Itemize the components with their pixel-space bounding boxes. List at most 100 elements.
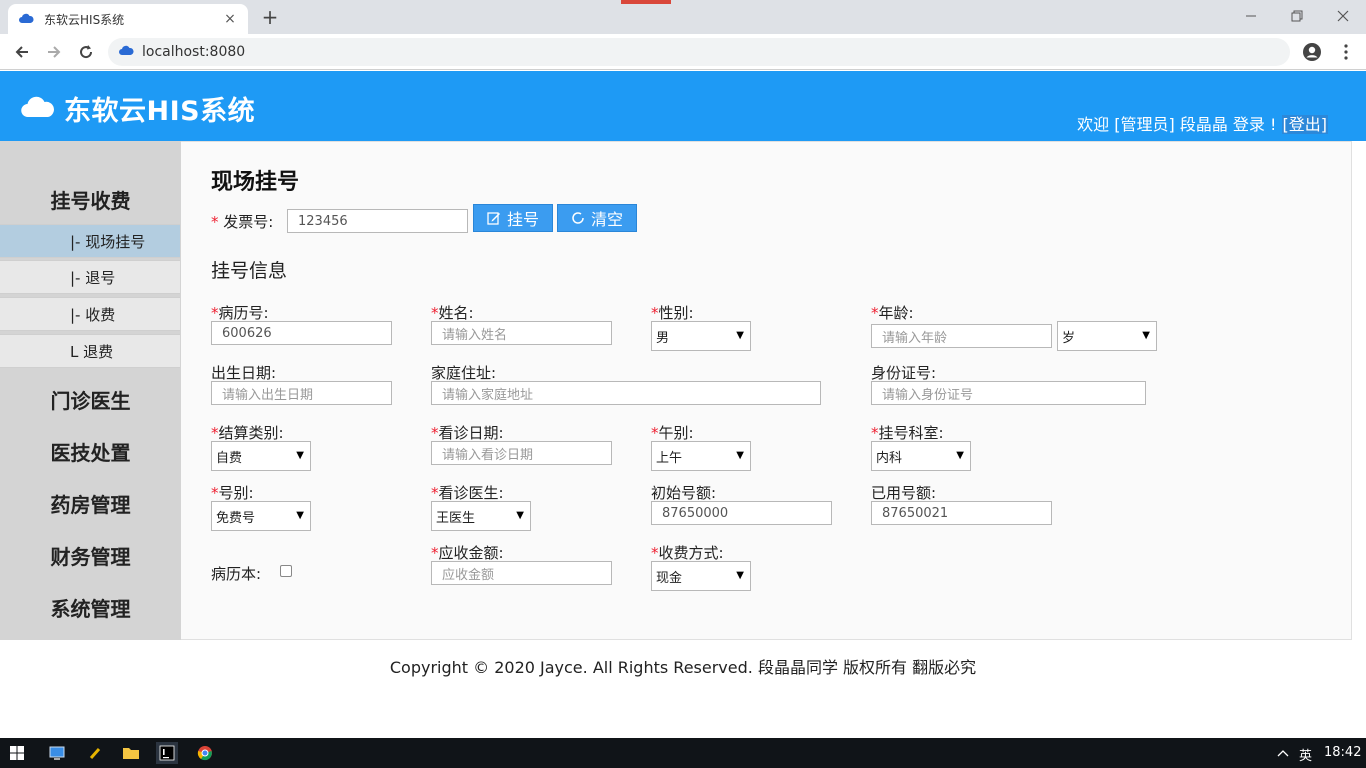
submenu-charge[interactable]: |- 收费	[0, 297, 180, 331]
record-no-label: *病历号:	[211, 304, 269, 322]
windows-taskbar: 英 18:42	[0, 738, 1366, 768]
register-button-label: 挂号	[506, 210, 539, 229]
browser-tab-strip: 东软云HIS系统 × +	[0, 0, 1366, 34]
dropdown-caret-icon: ▼	[736, 570, 744, 581]
browser-tab[interactable]: 东软云HIS系统 ×	[8, 4, 248, 34]
birthday-input[interactable]: 请输入出生日期	[211, 381, 392, 405]
age-label: *年龄:	[871, 304, 914, 322]
menu-system[interactable]: 系统管理	[0, 593, 181, 622]
menu-finance[interactable]: 财务管理	[0, 541, 181, 570]
address-bar: localhost:8080	[0, 34, 1366, 70]
window-indicator	[621, 0, 671, 4]
cloud-favicon-icon	[18, 11, 34, 27]
taskbar-app-monitor-icon[interactable]	[46, 742, 68, 764]
section-title: 挂号信息	[211, 260, 288, 282]
name-label: *姓名:	[431, 304, 474, 322]
dropdown-caret-icon: ▼	[1142, 330, 1150, 341]
register-button[interactable]: 挂号	[473, 204, 553, 232]
sidebar: 挂号收费 |- 现场挂号 |- 退号 |- 收费 L 退费 门诊医生 医技处置 …	[0, 141, 181, 640]
gender-label: *性别:	[651, 304, 694, 322]
used-quota-label: 已用号额:	[871, 484, 937, 502]
record-book-label: 病历本:	[211, 565, 262, 583]
submenu-refund[interactable]: L 退费	[0, 334, 180, 368]
main-content: 现场挂号 * 发票号: 123456 挂号 清空 挂号信息 *病历号: 6006…	[181, 141, 1352, 640]
submenu-onsite-register[interactable]: |- 现场挂号	[0, 224, 180, 258]
init-quota-input[interactable]: 87650000	[651, 501, 832, 525]
invoice-label: * 发票号:	[211, 213, 274, 231]
dropdown-caret-icon: ▼	[736, 450, 744, 461]
menu-outpatient-doctor[interactable]: 门诊医生	[0, 385, 181, 414]
record-no-input[interactable]: 600626	[211, 321, 392, 345]
logout-link[interactable]: [登出]	[1281, 115, 1328, 134]
menu-medical-tech[interactable]: 医技处置	[0, 437, 181, 466]
address-input[interactable]: 请输入家庭地址	[431, 381, 821, 405]
tab-close-icon[interactable]: ×	[222, 11, 238, 27]
refresh-icon	[572, 212, 584, 224]
app-header: 东软云HIS系统 欢迎 [管理员] 段晶晶 登录 ! [登出]	[0, 71, 1366, 141]
dropdown-caret-icon: ▼	[296, 510, 304, 521]
clear-button-label: 清空	[590, 210, 623, 229]
pay-method-label: *收费方式:	[651, 544, 724, 562]
footer-copyright: Copyright © 2020 Jayce. All Rights Reser…	[389, 658, 977, 677]
amount-input[interactable]: 应收金额	[431, 561, 612, 585]
dropdown-caret-icon: ▼	[736, 330, 744, 341]
windows-start-icon[interactable]	[6, 742, 28, 764]
invoice-input[interactable]: 123456	[287, 209, 468, 233]
doctor-select[interactable]: 王医生 ▼	[431, 501, 531, 531]
brand: 东软云HIS系统	[20, 89, 255, 128]
pay-method-select[interactable]: 现金 ▼	[651, 561, 751, 591]
record-book-checkbox[interactable]	[280, 565, 292, 577]
welcome-text: 欢迎 [管理员] 段晶晶 登录 !	[1077, 115, 1277, 134]
settle-type-label: *结算类别:	[211, 424, 284, 442]
used-quota-input[interactable]: 87650021	[871, 501, 1052, 525]
profile-avatar-icon[interactable]	[1300, 40, 1324, 64]
level-label: *号别:	[211, 484, 254, 502]
welcome-area: 欢迎 [管理员] 段晶晶 登录 ! [登出]	[1077, 111, 1328, 135]
address-label: 家庭住址:	[431, 364, 497, 382]
browser-menu-icon[interactable]	[1334, 40, 1358, 64]
gender-select[interactable]: 男 ▼	[651, 321, 751, 351]
level-select[interactable]: 免费号 ▼	[211, 501, 311, 531]
taskbar-app-pen-icon[interactable]	[84, 742, 106, 764]
file-explorer-icon[interactable]	[120, 742, 142, 764]
id-card-input[interactable]: 请输入身份证号	[871, 381, 1146, 405]
app-title: 东软云HIS系统	[64, 96, 256, 127]
minimize-button[interactable]	[1228, 0, 1274, 32]
age-unit-select[interactable]: 岁 ▼	[1057, 321, 1157, 351]
forward-arrow-icon[interactable]	[42, 40, 66, 64]
edit-icon	[487, 212, 500, 225]
visit-date-input[interactable]: 请输入看诊日期	[431, 441, 612, 465]
url-field[interactable]: localhost:8080	[108, 38, 1290, 66]
settle-type-select[interactable]: 自费 ▼	[211, 441, 311, 471]
noon-select[interactable]: 上午 ▼	[651, 441, 751, 471]
submenu-cancel-register[interactable]: |- 退号	[0, 260, 180, 294]
menu-registration-billing[interactable]: 挂号收费	[0, 185, 181, 214]
cloud-logo-icon	[20, 94, 56, 124]
id-card-label: 身份证号:	[871, 364, 937, 382]
tray-chevron-up-icon[interactable]	[1272, 742, 1294, 764]
reload-icon[interactable]	[74, 40, 98, 64]
new-tab-button[interactable]: +	[260, 6, 280, 28]
tab-title: 东软云HIS系统	[44, 12, 125, 27]
chrome-icon[interactable]	[194, 742, 216, 764]
ime-indicator[interactable]: 英	[1299, 745, 1312, 764]
age-input[interactable]: 请输入年龄	[871, 324, 1052, 348]
init-quota-label: 初始号额:	[651, 484, 717, 502]
intellij-icon[interactable]	[156, 742, 178, 764]
dept-select[interactable]: 内科 ▼	[871, 441, 971, 471]
restore-button[interactable]	[1274, 0, 1320, 32]
dept-label: *挂号科室:	[871, 424, 944, 442]
name-input[interactable]: 请输入姓名	[431, 321, 612, 345]
dropdown-caret-icon: ▼	[296, 450, 304, 461]
window-close-button[interactable]	[1320, 0, 1366, 32]
back-arrow-icon[interactable]	[10, 40, 34, 64]
birthday-label: 出生日期:	[211, 364, 277, 382]
clear-button[interactable]: 清空	[557, 204, 637, 232]
site-cloud-icon	[118, 43, 134, 61]
doctor-label: *看诊医生:	[431, 484, 504, 502]
dropdown-caret-icon: ▼	[956, 450, 964, 461]
page-title: 现场挂号	[211, 170, 300, 195]
taskbar-clock[interactable]: 18:42	[1324, 745, 1361, 760]
menu-pharmacy[interactable]: 药房管理	[0, 489, 181, 518]
visit-date-label: *看诊日期:	[431, 424, 504, 442]
